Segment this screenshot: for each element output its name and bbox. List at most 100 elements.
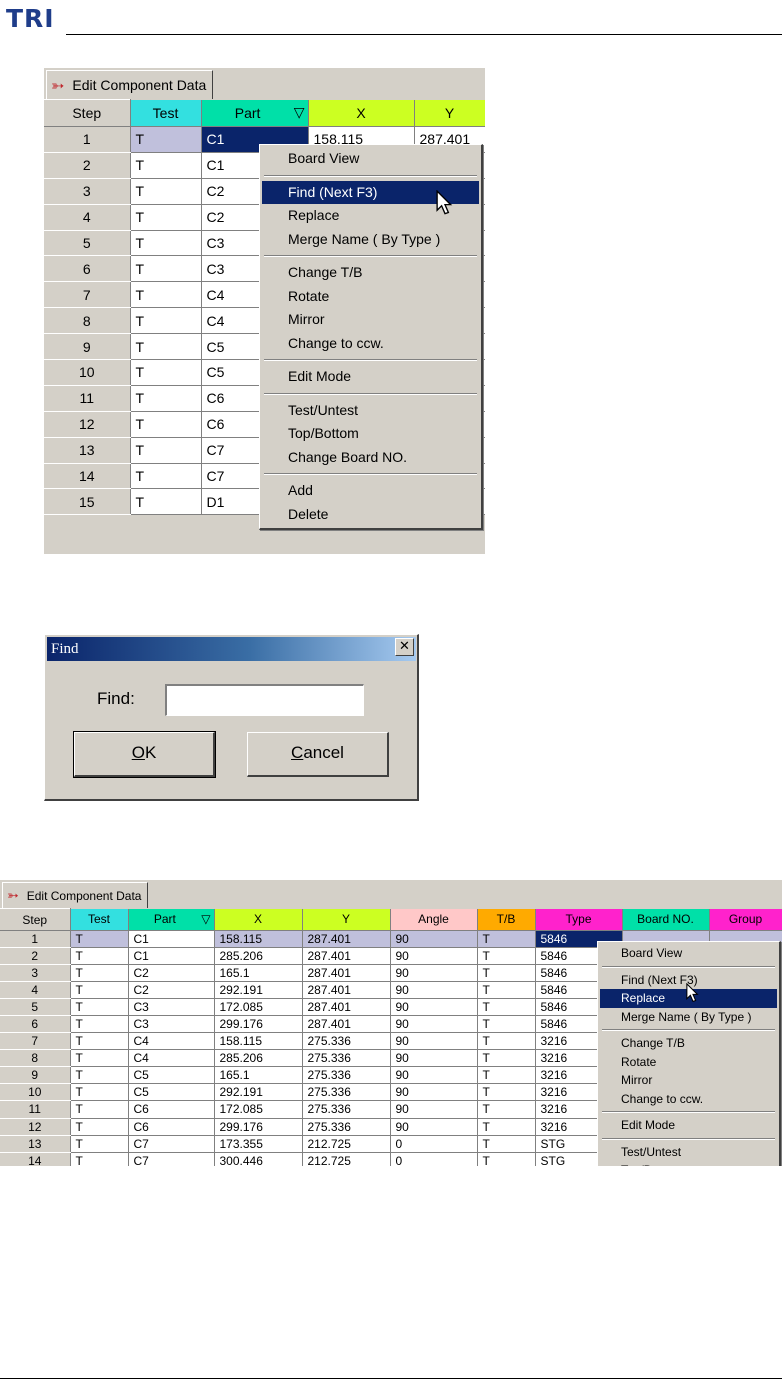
cell-tb[interactable]: T	[477, 1152, 536, 1166]
cell-x[interactable]: 158.115	[214, 1032, 303, 1051]
tab-edit-component-data[interactable]: ➳ Edit Component Data	[46, 70, 214, 99]
tab-edit-component-data[interactable]: ➳ Edit Component Data	[2, 882, 149, 908]
cell-x[interactable]: 300.446	[214, 1152, 303, 1166]
menu-item-delete[interactable]: Delete	[262, 503, 479, 527]
cell-angle[interactable]: 90	[390, 981, 478, 1000]
cell-test[interactable]: T	[70, 930, 129, 949]
cell-test[interactable]: T	[70, 1083, 129, 1102]
cell-x[interactable]: 285.206	[214, 947, 303, 966]
cell-y[interactable]: 287.401	[302, 947, 391, 966]
menu-item-test-untest[interactable]: Test/Untest	[262, 399, 479, 423]
cell-y[interactable]: 287.401	[302, 998, 391, 1017]
cell-tb[interactable]: T	[477, 1015, 536, 1034]
cell-y[interactable]: 287.401	[302, 1015, 391, 1034]
cell-angle[interactable]: 90	[390, 964, 478, 983]
cell-test[interactable]: T	[70, 947, 129, 966]
menu-item-board-view[interactable]: Board View	[262, 147, 479, 171]
cell-angle[interactable]: 0	[390, 1135, 478, 1153]
menu-item-change-t-b[interactable]: Change T/B	[600, 1034, 777, 1053]
cell-test[interactable]: T	[130, 126, 202, 153]
cell-y[interactable]: 275.336	[302, 1032, 391, 1051]
cell-test[interactable]: T	[70, 981, 129, 1000]
cell-test[interactable]: T	[130, 307, 202, 335]
cell-part[interactable]: C6	[128, 1118, 215, 1136]
menu-item-merge-name-by-type[interactable]: Merge Name ( By Type )	[262, 228, 479, 252]
cell-tb[interactable]: T	[477, 1066, 536, 1085]
cell-test[interactable]: T	[70, 1049, 129, 1068]
menu-item-top-bottom[interactable]: Top/Bottom	[262, 422, 479, 446]
cell-x[interactable]: 292.191	[214, 1083, 303, 1102]
cell-angle[interactable]: 90	[390, 947, 478, 966]
cell-test[interactable]: T	[70, 1100, 129, 1119]
cell-test[interactable]: T	[130, 230, 202, 257]
cell-tb[interactable]: T	[477, 1032, 536, 1051]
cell-x[interactable]: 299.176	[214, 1118, 303, 1136]
cell-test[interactable]: T	[130, 463, 202, 490]
cell-test[interactable]: T	[130, 281, 202, 309]
cell-angle[interactable]: 90	[390, 1032, 478, 1051]
menu-item-change-board-no[interactable]: Change Board NO.	[262, 446, 479, 470]
cell-test[interactable]: T	[130, 333, 202, 361]
cell-angle[interactable]: 90	[390, 998, 478, 1017]
menu-item-rotate[interactable]: Rotate	[262, 285, 479, 309]
cell-part[interactable]: C5	[128, 1083, 215, 1102]
cell-part[interactable]: C4	[128, 1032, 215, 1051]
cell-test[interactable]: T	[70, 1066, 129, 1085]
column-header-part[interactable]: ▽ Part	[201, 99, 309, 127]
cell-angle[interactable]: 90	[390, 1118, 478, 1136]
menu-item-add[interactable]: Add	[262, 479, 479, 503]
cell-part[interactable]: C6	[128, 1100, 215, 1119]
column-header-step[interactable]: Step	[44, 99, 131, 127]
column-header-test[interactable]: Test	[70, 908, 129, 931]
cell-y[interactable]: 275.336	[302, 1083, 391, 1102]
cell-part[interactable]: C3	[128, 998, 215, 1017]
menu-item-edit-mode[interactable]: Edit Mode	[262, 365, 479, 389]
column-header-angle[interactable]: Angle	[390, 908, 478, 931]
column-header-y[interactable]: Y	[414, 99, 485, 127]
cell-part[interactable]: C2	[128, 964, 215, 983]
menu-item-test-untest[interactable]: Test/Untest	[600, 1143, 777, 1162]
cell-test[interactable]: T	[130, 488, 202, 516]
column-header-x[interactable]: X	[308, 99, 415, 127]
cell-part[interactable]: C1	[128, 947, 215, 966]
cell-part[interactable]: C2	[128, 981, 215, 1000]
cell-x[interactable]: 299.176	[214, 1015, 303, 1034]
cell-part[interactable]: C7	[128, 1135, 215, 1153]
menu-item-change-to-ccw[interactable]: Change to ccw.	[262, 332, 479, 356]
cell-tb[interactable]: T	[477, 1135, 536, 1153]
cell-x[interactable]: 285.206	[214, 1049, 303, 1068]
cell-test[interactable]: T	[130, 152, 202, 179]
find-dialog-titlebar[interactable]: Find	[47, 637, 416, 661]
sort-descending-icon[interactable]: ▽	[294, 105, 307, 121]
column-header-t-b[interactable]: T/B	[477, 908, 536, 931]
cell-part[interactable]: C1	[128, 930, 215, 949]
column-header-type[interactable]: Type	[535, 908, 623, 931]
cell-angle[interactable]: 90	[390, 1066, 478, 1085]
cell-part[interactable]: C3	[128, 1015, 215, 1034]
menu-item-change-t-b[interactable]: Change T/B	[262, 261, 479, 285]
cell-x[interactable]: 158.115	[214, 930, 303, 949]
menu-item-board-view[interactable]: Board View	[600, 944, 777, 963]
cell-test[interactable]: T	[130, 437, 202, 464]
find-input[interactable]	[165, 684, 364, 716]
cell-tb[interactable]: T	[477, 981, 536, 1000]
cell-y[interactable]: 275.336	[302, 1118, 391, 1136]
cell-test[interactable]: T	[70, 1032, 129, 1051]
ok-button[interactable]: OK	[73, 731, 216, 778]
cell-x[interactable]: 292.191	[214, 981, 303, 1000]
cell-test[interactable]: T	[130, 385, 202, 412]
cell-y[interactable]: 212.725	[302, 1135, 391, 1153]
column-header-y[interactable]: Y	[302, 908, 391, 931]
cell-part[interactable]: C5	[128, 1066, 215, 1085]
cell-test[interactable]: T	[130, 255, 202, 283]
cell-test[interactable]: T	[130, 178, 202, 205]
cell-angle[interactable]: 90	[390, 1015, 478, 1034]
cell-angle[interactable]: 90	[390, 1049, 478, 1068]
close-icon[interactable]: ✕	[395, 638, 414, 656]
cell-x[interactable]: 173.355	[214, 1135, 303, 1153]
column-header-x[interactable]: X	[214, 908, 303, 931]
sort-descending-icon[interactable]: ▽	[201, 912, 213, 926]
menu-item-merge-name-by-type[interactable]: Merge Name ( By Type )	[600, 1008, 777, 1027]
cell-tb[interactable]: T	[477, 1083, 536, 1102]
column-header-board-no[interactable]: Board NO.	[622, 908, 710, 931]
